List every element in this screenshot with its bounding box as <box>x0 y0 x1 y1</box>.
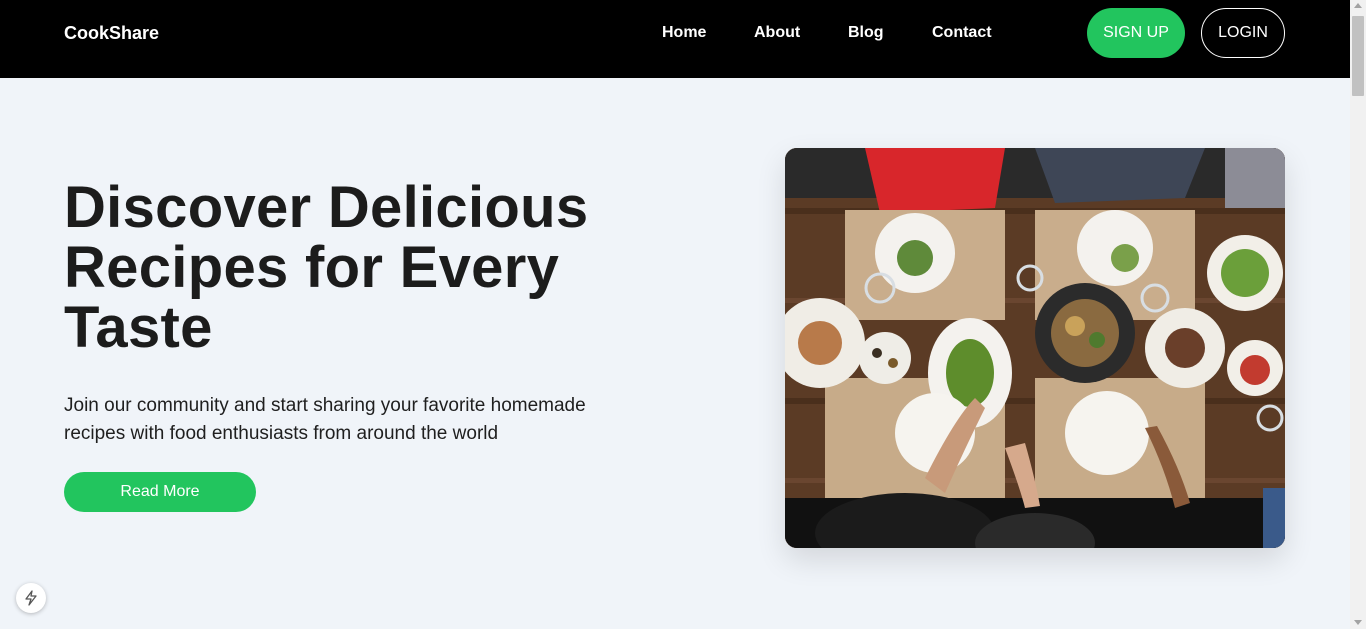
signup-button[interactable]: SIGN UP <box>1087 8 1185 58</box>
dining-table-illustration <box>785 148 1285 548</box>
navbar: CookShare Home About Blog Contact SIGN U… <box>0 0 1350 78</box>
scrollbar-thumb[interactable] <box>1352 16 1364 96</box>
login-button[interactable]: LOGIN <box>1201 8 1285 58</box>
hero-title: Discover Delicious Recipes for Every Tas… <box>64 175 589 360</box>
nav-link-home[interactable]: Home <box>662 22 706 44</box>
nav-link-blog[interactable]: Blog <box>848 22 884 44</box>
dev-tools-badge[interactable] <box>16 583 46 613</box>
nav-link-about[interactable]: About <box>754 22 800 44</box>
lightning-icon <box>25 590 37 606</box>
hero-image <box>785 148 1285 548</box>
brand-logo[interactable]: CookShare <box>64 22 159 44</box>
hero-subtitle: Join our community and start sharing you… <box>64 395 586 444</box>
nav-link-contact[interactable]: Contact <box>932 22 992 44</box>
scroll-up-arrow-icon[interactable] <box>1354 3 1362 8</box>
read-more-button[interactable]: Read More <box>64 472 256 512</box>
page-scrollbar[interactable] <box>1350 0 1366 629</box>
scroll-down-arrow-icon[interactable] <box>1354 620 1362 625</box>
